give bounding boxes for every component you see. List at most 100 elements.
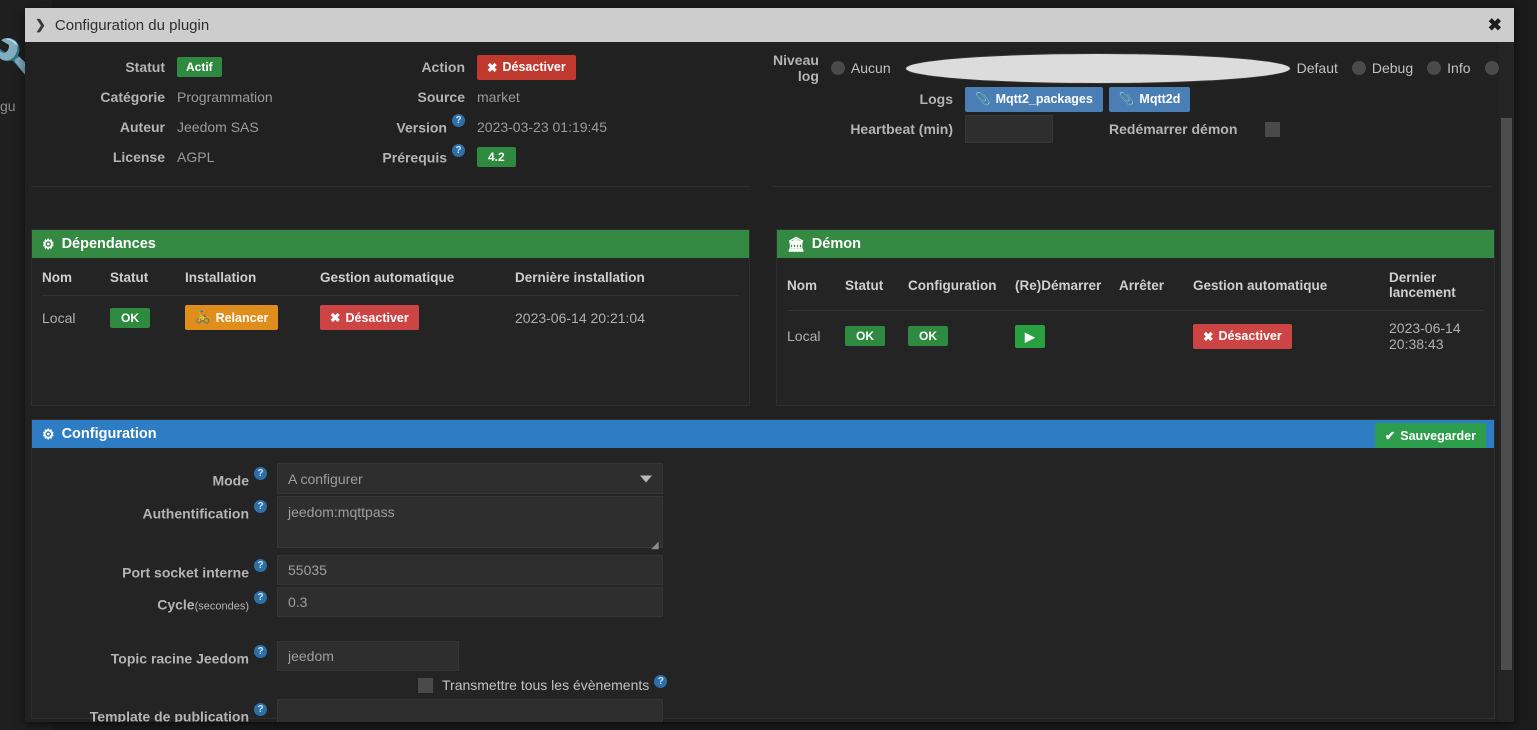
radio-debug[interactable]: Debug — [1351, 60, 1413, 76]
label-port-socket-interne: Port socket interne? — [32, 555, 277, 581]
dependencies-panel-body: Nom Statut Installation Gestion automati… — [32, 258, 749, 339]
label-action: Action — [421, 59, 465, 75]
disable-auto-management-button[interactable]: ✖ Désactiver — [320, 305, 419, 330]
transmit-all-events-label: Transmettre tous les évènements — [442, 677, 650, 693]
info-row-niveau-log: Niveau log Aucun Defaut Debug Info — [773, 52, 1514, 84]
authentification-textarea[interactable]: jeedom:mqttpass — [277, 496, 663, 548]
cell-installation: 🚴 Relancer — [185, 296, 320, 340]
help-icon-version[interactable]: ? — [452, 114, 465, 128]
help-icon-mode[interactable]: ? — [254, 467, 267, 480]
template-de-publication-input[interactable] — [277, 699, 663, 722]
plugin-configuration-modal: ❯ Configuration du plugin ✖ Statut Actif… — [25, 8, 1514, 722]
col-statut: Statut — [845, 258, 908, 311]
daemon-table: Nom Statut Configuration (Re)Démarrer Ar… — [787, 258, 1484, 361]
label-categorie: Catégorie — [100, 89, 165, 105]
log-level-radio-group: Aucun Defaut Debug Info — [830, 52, 1514, 84]
play-icon: ▶ — [1025, 329, 1035, 344]
save-button[interactable]: ✔ Sauvegarder — [1374, 423, 1486, 448]
radio-defaut[interactable]: Defaut — [904, 52, 1338, 84]
daemon-panel-header: 🏛 Démon — [777, 230, 1494, 258]
transmit-all-events-checkbox[interactable] — [418, 677, 433, 693]
page-title: Configuration du plugin — [54, 16, 210, 34]
log-button-mqtt2d[interactable]: 📎 Mqtt2d — [1108, 86, 1191, 112]
label-source: Source — [417, 89, 465, 105]
restart-daemon-checkbox[interactable] — [1265, 121, 1281, 137]
radio-circle-icon — [830, 61, 845, 75]
cell-nom: Local — [42, 309, 76, 326]
label-logs: Logs — [919, 91, 953, 107]
vertical-scrollbar-track[interactable] — [1499, 42, 1514, 722]
field-row-topic-racine-jeedom: Topic racine Jeedom? Transmettre tous le… — [32, 641, 1494, 693]
close-icon[interactable]: ✖ — [1488, 17, 1502, 34]
field-row-mode: Mode? A configurer — [32, 463, 1494, 494]
dependencies-table: Nom Statut Installation Gestion automati… — [42, 258, 739, 339]
help-icon-topic[interactable]: ? — [254, 645, 267, 658]
modal-body: Statut Actif Action ✖ Désactiver Catégor… — [25, 42, 1514, 722]
dependency-status-badge: OK — [110, 307, 150, 328]
modal-title-bar: ❯ Configuration du plugin ✖ — [25, 8, 1514, 42]
field-row-authentification: Authentification? jeedom:mqttpass ◢ — [32, 496, 1494, 553]
gear-icon: ⚙ — [42, 235, 55, 252]
cell-statut: OK — [110, 296, 185, 340]
info-row-auteur: Auteur Jeedom SAS Version? 2023-03-23 01… — [31, 112, 750, 142]
cell-arreter — [1119, 311, 1193, 362]
value-source: market — [477, 89, 520, 105]
help-icon-transmit-all[interactable]: ? — [654, 674, 668, 688]
col-arreter: Arrêter — [1119, 258, 1193, 311]
field-row-template-de-publication: Template de publication? — [32, 699, 1494, 722]
col-gestion-automatique: Gestion automatique — [320, 258, 515, 296]
value-license: AGPL — [177, 149, 215, 165]
configuration-panel-header: ⚙ Configuration ✔ Sauvegarder — [32, 420, 1494, 448]
value-auteur: Jeedom SAS — [177, 119, 259, 135]
chevron-right-icon[interactable]: ❯ — [35, 17, 46, 33]
cell-gestion-automatique: ✖ Désactiver — [320, 296, 515, 340]
close-x-icon: ✖ — [330, 311, 341, 325]
cycle-input[interactable] — [277, 587, 663, 617]
mode-select[interactable]: A configurer — [277, 463, 663, 494]
log-button-mqtt2-packages[interactable]: 📎 Mqtt2_packages — [965, 86, 1103, 112]
radio-aucun[interactable]: Aucun — [830, 60, 891, 76]
mode-selected-value: A configurer — [288, 470, 363, 487]
radio-circle-icon — [904, 52, 1291, 84]
help-icon-prerequis[interactable]: ? — [452, 144, 465, 158]
help-icon-cycle[interactable]: ? — [254, 591, 267, 604]
log-buttons: 📎 Mqtt2_packages 📎 Mqtt2d — [965, 86, 1191, 112]
help-icon-authentification[interactable]: ? — [254, 500, 267, 513]
value-statut: Actif — [177, 57, 367, 77]
paperclip-icon: 📎 — [975, 91, 991, 106]
col-statut: Statut — [110, 258, 185, 296]
daemon-panel-body: Nom Statut Configuration (Re)Démarrer Ar… — [777, 258, 1494, 361]
configuration-panel: ⚙ Configuration ✔ Sauvegarder Mode? A co… — [31, 419, 1495, 722]
info-row-logs: Logs 📎 Mqtt2_packages 📎 Mqtt2d — [773, 84, 1492, 114]
vertical-scrollbar-thumb[interactable] — [1501, 118, 1512, 670]
table-row: Local OK OK ▶ ✖ Désactiver 2023-06-14 20… — [787, 311, 1484, 362]
cell-nom: Local — [787, 328, 821, 344]
table-row: Local OK 🚴 Relancer ✖ Désactiver 2023-06… — [42, 296, 739, 340]
col-installation: Installation — [185, 258, 320, 296]
label-authentification: Authentification? — [32, 496, 277, 522]
value-action: ✖ Désactiver — [477, 54, 667, 80]
table-header-row: Nom Statut Configuration (Re)Démarrer Ar… — [787, 258, 1484, 311]
heartbeat-input[interactable] — [965, 115, 1053, 143]
cell-redemarrer: ▶ — [1015, 311, 1119, 362]
transmit-all-events-row: Transmettre tous les évènements ? — [418, 674, 668, 693]
label-statut: Statut — [125, 59, 165, 75]
check-circle-icon: ✔ — [1384, 429, 1396, 443]
restart-daemon-button[interactable]: ▶ — [1015, 324, 1045, 348]
port-socket-interne-input[interactable] — [277, 555, 663, 585]
help-icon-template[interactable]: ? — [254, 703, 267, 716]
col-dernier-lancement: Dernier lancement — [1389, 258, 1484, 311]
radio-info[interactable]: Info — [1427, 60, 1471, 76]
help-icon-port[interactable]: ? — [254, 559, 267, 572]
close-x-icon: ✖ — [487, 60, 498, 75]
disable-daemon-auto-button[interactable]: ✖ Désactiver — [1193, 323, 1292, 349]
prerequis-badge: 4.2 — [477, 147, 516, 167]
resize-grip-icon[interactable]: ◢ — [651, 541, 661, 551]
topic-racine-jeedom-input[interactable] — [277, 641, 459, 671]
label-cycle: Cycle(secondes)? — [32, 587, 277, 613]
relaunch-install-button[interactable]: 🚴 Relancer — [185, 305, 279, 330]
configuration-form: Mode? A configurer Authentification? jee… — [32, 448, 1494, 722]
disable-plugin-button[interactable]: ✖ Désactiver — [477, 54, 576, 80]
label-version: Version? — [367, 114, 477, 136]
label-topic-racine-jeedom: Topic racine Jeedom? — [32, 641, 277, 667]
